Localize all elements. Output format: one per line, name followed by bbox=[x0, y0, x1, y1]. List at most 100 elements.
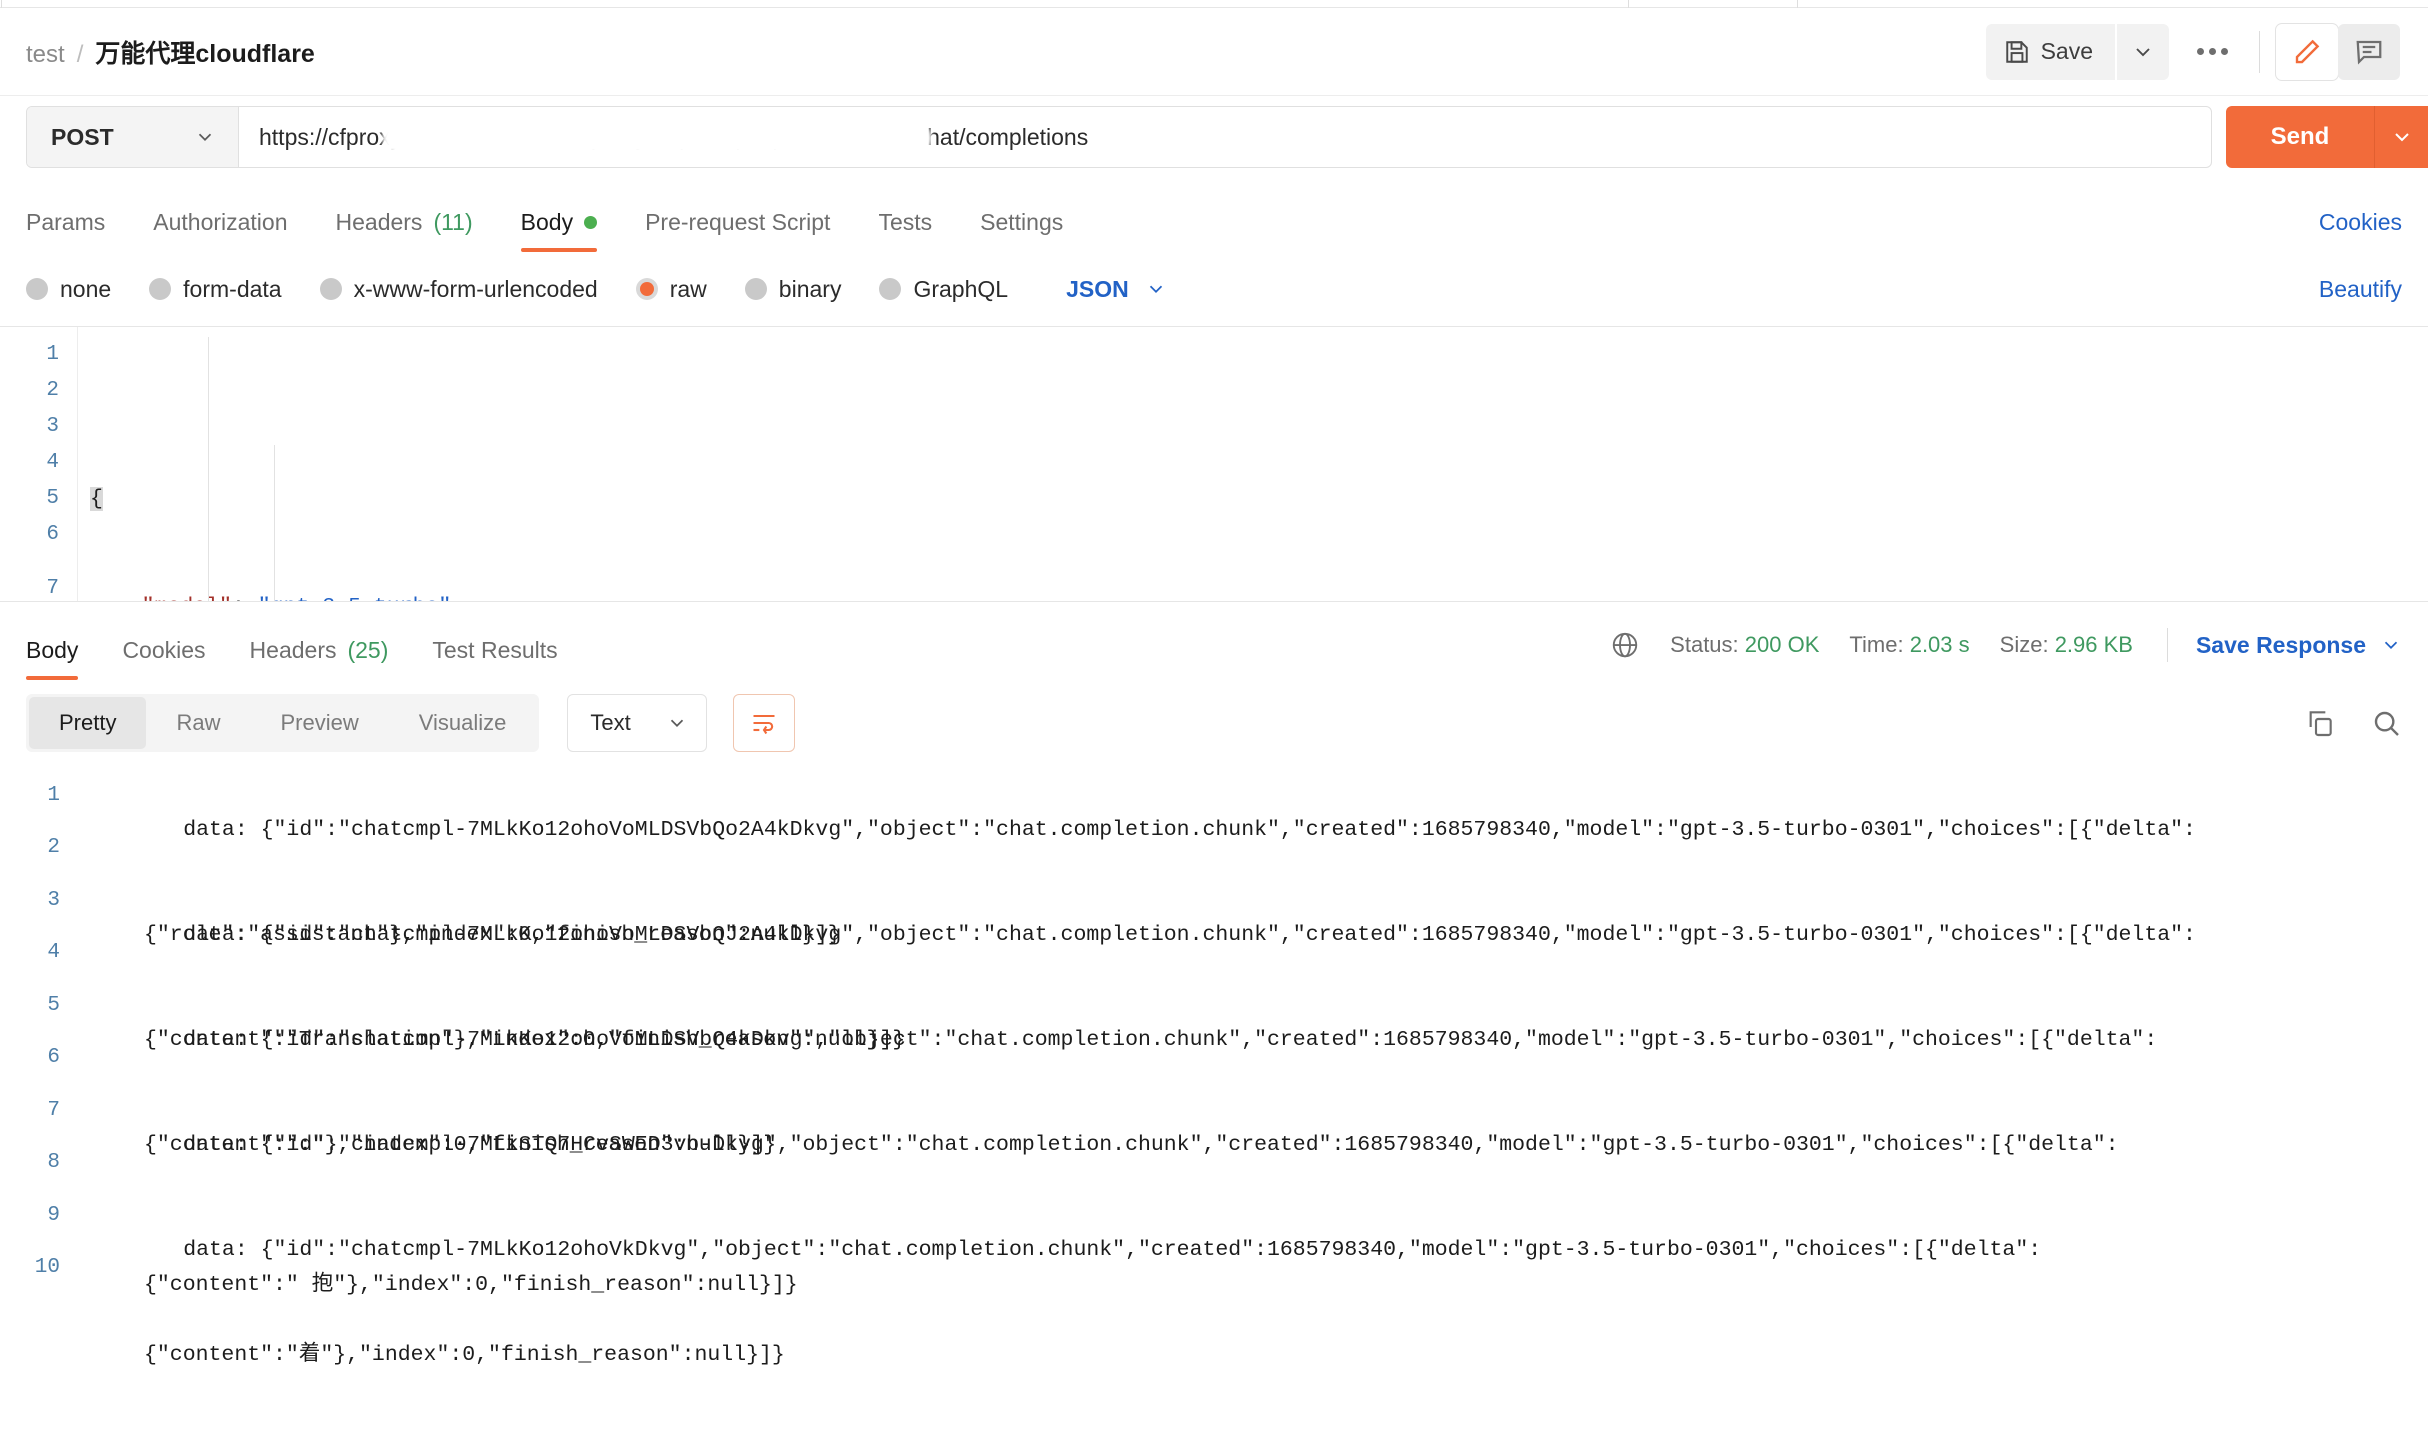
chevron-down-icon bbox=[194, 126, 216, 148]
chevron-down-icon bbox=[1145, 278, 1167, 300]
view-mode-visualize[interactable]: Visualize bbox=[389, 697, 537, 749]
pencil-icon bbox=[2292, 37, 2322, 67]
beautify-button[interactable]: Beautify bbox=[2319, 276, 2402, 303]
divider bbox=[2167, 628, 2168, 662]
response-line-numbers: 1 2 3 4 5 6 7 8 9 10 bbox=[0, 766, 80, 1444]
request-body-code[interactable]: { ····"model": "gpt-3.5-turbo", ····"mes… bbox=[78, 327, 2428, 601]
header-actions: Save bbox=[1986, 24, 2400, 80]
size-value: 2.96 KB bbox=[2055, 632, 2133, 657]
json-key: "model" bbox=[142, 595, 232, 601]
body-type-raw[interactable]: raw bbox=[636, 276, 707, 303]
save-button[interactable]: Save bbox=[1986, 24, 2115, 80]
body-type-none[interactable]: none bbox=[26, 276, 111, 303]
line-number: 10 bbox=[0, 1233, 60, 1303]
tab-label: Authorization bbox=[153, 209, 287, 236]
size-label: Size: 2.96 KB bbox=[2000, 632, 2133, 658]
request-header-bar: test / 万能代理cloudflare Save bbox=[0, 8, 2428, 96]
request-line-numbers: 1 2 3 4 5 6 7 8 9 bbox=[0, 327, 78, 601]
response-line: data: {"id":"chatcmpl-7MLkKo12ohoVoMLDSV… bbox=[80, 778, 2428, 848]
body-type-label: form-data bbox=[183, 276, 281, 303]
response-bar: Body Cookies Headers (25) Test Results S… bbox=[0, 602, 2428, 680]
line-number: 2 bbox=[0, 373, 59, 409]
breadcrumb: test / 万能代理cloudflare bbox=[26, 34, 315, 70]
radio-icon-selected bbox=[636, 278, 658, 300]
body-type-form-data[interactable]: form-data bbox=[149, 276, 281, 303]
tab-pre-request-script[interactable]: Pre-request Script bbox=[645, 209, 830, 252]
request-tabs-right: Cookies bbox=[2319, 209, 2402, 252]
response-line: data: {"id":"chatcmpl-7MLkSTQ7HCvSWED3vb… bbox=[80, 1093, 2428, 1163]
response-line-head: data: {"id":"chatcmpl-7MLkKo12ohoVkDkvg"… bbox=[183, 1238, 2041, 1262]
response-tab-test-results[interactable]: Test Results bbox=[432, 637, 557, 680]
more-actions-button[interactable] bbox=[2181, 24, 2243, 80]
wrap-lines-button[interactable] bbox=[733, 694, 795, 752]
response-line-blank bbox=[80, 953, 2428, 988]
tab-authorization[interactable]: Authorization bbox=[153, 209, 287, 252]
comments-button[interactable] bbox=[2338, 24, 2400, 80]
request-tabs: Params Authorization Headers (11) Body P… bbox=[0, 178, 2428, 252]
send-options-button[interactable] bbox=[2374, 106, 2428, 168]
body-present-indicator-icon bbox=[584, 216, 597, 229]
url-redaction-overlay bbox=[387, 127, 927, 149]
response-body-code[interactable]: data: {"id":"chatcmpl-7MLkKo12ohoVoMLDSV… bbox=[80, 766, 2428, 1444]
tab-label: Body bbox=[521, 209, 573, 236]
divider bbox=[2259, 31, 2260, 73]
response-tab-headers[interactable]: Headers (25) bbox=[250, 637, 389, 680]
search-button[interactable] bbox=[2370, 707, 2402, 739]
url-input-group: POST https://cfproxy.f..................… bbox=[26, 106, 2212, 168]
status-value: 200 OK bbox=[1745, 632, 1820, 657]
view-mode-pretty[interactable]: Pretty bbox=[29, 697, 146, 749]
body-type-graphql[interactable]: GraphQL bbox=[879, 276, 1008, 303]
chevron-down-icon bbox=[2390, 125, 2414, 149]
line-number: 8 bbox=[0, 1128, 60, 1198]
tab-params[interactable]: Params bbox=[26, 209, 105, 252]
send-button[interactable]: Send bbox=[2226, 106, 2374, 168]
request-body-editor[interactable]: 1 2 3 4 5 6 7 8 9 { ····"model": "gpt-3.… bbox=[0, 326, 2428, 602]
response-format-selector[interactable]: Text bbox=[567, 694, 707, 752]
radio-icon bbox=[745, 278, 767, 300]
status-label: Status: 200 OK bbox=[1670, 632, 1819, 658]
cookies-link[interactable]: Cookies bbox=[2319, 209, 2402, 236]
body-type-urlencoded[interactable]: x-www-form-urlencoded bbox=[320, 276, 598, 303]
copy-button[interactable] bbox=[2304, 707, 2336, 739]
line-number: 6 bbox=[0, 1023, 60, 1093]
tab-headers[interactable]: Headers (11) bbox=[336, 209, 473, 252]
response-line-tail: {"content":"着"},"index":0,"finish_reason… bbox=[80, 1338, 2428, 1373]
tab-tests[interactable]: Tests bbox=[878, 209, 932, 252]
tab-settings[interactable]: Settings bbox=[980, 209, 1063, 252]
chevron-down-icon bbox=[2131, 40, 2155, 64]
body-format-selector[interactable]: JSON bbox=[1066, 276, 1167, 303]
tab-label: Settings bbox=[980, 209, 1063, 236]
response-tab-body[interactable]: Body bbox=[26, 637, 78, 680]
breadcrumb-collection[interactable]: test bbox=[26, 41, 65, 69]
tab-label: Body bbox=[26, 637, 78, 664]
response-line-blank bbox=[80, 1163, 2428, 1198]
postman-window: test / 万能代理cloudflare Save bbox=[0, 0, 2428, 1444]
response-toolbar-right bbox=[2304, 707, 2402, 739]
response-line-head: data: {"id":"chatcmpl-7MLkKo12ohoVoMLDSV… bbox=[183, 923, 2196, 947]
body-type-label: raw bbox=[670, 276, 707, 303]
save-response-button[interactable]: Save Response bbox=[2196, 632, 2366, 659]
body-type-binary[interactable]: binary bbox=[745, 276, 842, 303]
page-title: 万能代理cloudflare bbox=[95, 34, 314, 70]
tab-count: (11) bbox=[433, 209, 472, 236]
save-options-button[interactable] bbox=[2117, 24, 2169, 80]
response-body-panel[interactable]: 1 2 3 4 5 6 7 8 9 10 data: {"id":"chatcm… bbox=[0, 766, 2428, 1444]
view-mode-raw[interactable]: Raw bbox=[146, 697, 250, 749]
tab-label: Test Results bbox=[432, 637, 557, 664]
save-button-label: Save bbox=[2041, 38, 2093, 65]
line-number: 4 bbox=[0, 445, 59, 481]
url-bar: POST https://cfproxy.f..................… bbox=[0, 96, 2428, 178]
response-line: data: {"id":"chatcmpl-7MLkKo12ohoVoMLDSV… bbox=[80, 883, 2428, 953]
view-mode-preview[interactable]: Preview bbox=[250, 697, 388, 749]
method-selector[interactable]: POST bbox=[27, 107, 239, 167]
response-tab-cookies[interactable]: Cookies bbox=[122, 637, 205, 680]
line-number: 3 bbox=[0, 883, 60, 918]
line-number: 4 bbox=[0, 918, 60, 988]
tab-body[interactable]: Body bbox=[521, 209, 597, 252]
indent-dots: ···· bbox=[90, 595, 142, 601]
method-label: POST bbox=[51, 124, 114, 151]
url-input[interactable]: https://cfproxy.f.......................… bbox=[239, 107, 2211, 167]
tab-label: Cookies bbox=[122, 637, 205, 664]
response-line-blank bbox=[80, 848, 2428, 883]
edit-mode-button[interactable] bbox=[2276, 24, 2338, 80]
